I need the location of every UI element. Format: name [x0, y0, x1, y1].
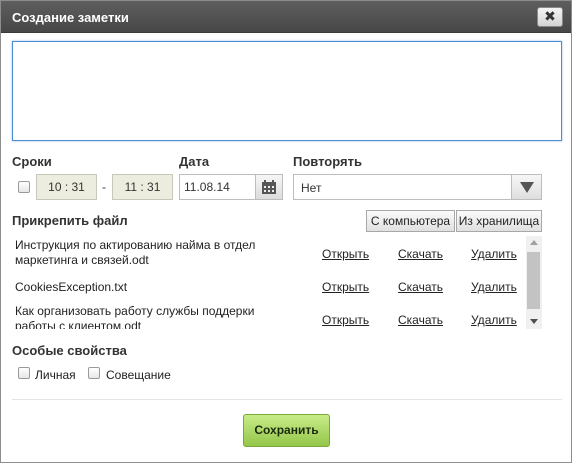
- time-separator: -: [102, 180, 106, 194]
- scroll-up-icon[interactable]: [526, 236, 542, 250]
- meeting-checkbox[interactable]: [88, 367, 100, 379]
- timing-checkbox[interactable]: [18, 181, 30, 193]
- file-delete-link[interactable]: Удалить: [471, 247, 517, 261]
- repeat-label: Повторять: [293, 154, 362, 169]
- dialog-title: Создание заметки: [12, 10, 129, 25]
- file-download-link[interactable]: Скачать: [398, 247, 443, 261]
- file-list-scrollbar[interactable]: [526, 236, 542, 329]
- file-open-link[interactable]: Открыть: [322, 280, 369, 294]
- meeting-label[interactable]: Совещание: [106, 368, 171, 382]
- calendar-button[interactable]: [255, 174, 283, 200]
- personal-checkbox[interactable]: [18, 367, 30, 379]
- date-field[interactable]: 11.08.14: [179, 174, 255, 200]
- attached-files-list: Инструкция по актированию найма в отдел …: [12, 236, 542, 329]
- file-download-link[interactable]: Скачать: [398, 313, 443, 327]
- from-storage-button[interactable]: Из хранилища: [456, 210, 542, 232]
- chevron-down-icon[interactable]: [511, 175, 541, 199]
- dialog-titlebar: Создание заметки ✖: [1, 1, 571, 33]
- attach-label: Прикрепить файл: [12, 213, 128, 228]
- note-textarea[interactable]: [12, 41, 562, 141]
- file-name: Инструкция по актированию найма в отдел …: [15, 238, 256, 267]
- note-dialog: Создание заметки ✖ Сроки 10 : 31 - 11 : …: [0, 0, 572, 463]
- file-open-link[interactable]: Открыть: [322, 247, 369, 261]
- footer-divider: [12, 399, 562, 400]
- end-time-field[interactable]: 11 : 31: [112, 174, 173, 200]
- start-time-field[interactable]: 10 : 31: [36, 174, 97, 200]
- personal-label[interactable]: Личная: [35, 368, 76, 382]
- calendar-icon: [262, 180, 276, 194]
- scroll-thumb[interactable]: [527, 252, 540, 309]
- close-button[interactable]: ✖: [537, 7, 563, 27]
- date-label: Дата: [179, 154, 210, 169]
- file-name: Как организовать работу службы поддерки …: [15, 304, 255, 329]
- save-button[interactable]: Сохранить: [243, 414, 330, 447]
- timing-label: Сроки: [12, 154, 52, 169]
- file-name: CookiesException.txt: [15, 280, 128, 294]
- from-computer-button[interactable]: С компьютера: [366, 210, 455, 232]
- file-download-link[interactable]: Скачать: [398, 280, 443, 294]
- file-open-link[interactable]: Открыть: [322, 313, 369, 327]
- repeat-select[interactable]: Нет: [293, 174, 542, 200]
- repeat-selected-value: Нет: [301, 181, 322, 195]
- scroll-down-icon[interactable]: [526, 315, 542, 329]
- file-delete-link[interactable]: Удалить: [471, 313, 517, 327]
- file-delete-link[interactable]: Удалить: [471, 280, 517, 294]
- properties-label: Особые свойства: [12, 343, 127, 358]
